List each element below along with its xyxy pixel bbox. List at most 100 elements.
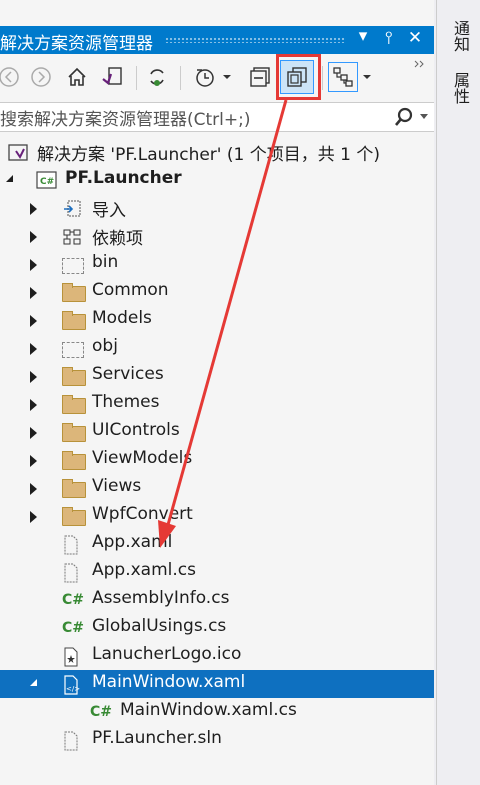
- tree-item[interactable]: Views: [0, 474, 434, 502]
- tree-item[interactable]: PF.Launcher.sln: [0, 726, 434, 754]
- tree-item[interactable]: 导入: [0, 194, 434, 222]
- tree-item[interactable]: App.xaml: [0, 530, 434, 558]
- tree-item-label: Models: [92, 308, 152, 328]
- folder-icon: [62, 507, 86, 526]
- xaml-window-icon: </>: [62, 675, 84, 695]
- tree-item[interactable]: bin: [0, 250, 434, 278]
- folder-icon: [62, 451, 86, 470]
- tree-item[interactable]: Services: [0, 362, 434, 390]
- expander-closed-icon[interactable]: [30, 259, 37, 271]
- hidden-folder-icon: [62, 342, 84, 358]
- toolbar-overflow-icon[interactable]: [410, 56, 430, 72]
- tree-item-label: ViewModels: [92, 448, 193, 468]
- sync-icon[interactable]: [142, 62, 172, 92]
- expander-closed-icon[interactable]: [30, 511, 37, 523]
- expander-closed-icon[interactable]: [30, 315, 37, 327]
- tree-item-label: 依赖项: [92, 229, 143, 249]
- window-title: 解决方案资源管理器: [0, 34, 153, 54]
- expander-closed-icon[interactable]: [30, 427, 37, 439]
- expander-closed-icon[interactable]: [30, 371, 37, 383]
- search-input[interactable]: 搜索解决方案资源管理器(Ctrl+;): [0, 105, 250, 130]
- project-node[interactable]: C# PF.Launcher: [0, 166, 434, 194]
- tree-item-label: UIControls: [92, 420, 180, 440]
- tree-item[interactable]: 依赖项: [0, 222, 434, 250]
- tab-notifications[interactable]: 通知: [448, 20, 472, 52]
- tree-item[interactable]: obj: [0, 334, 434, 362]
- tree-item[interactable]: LanucherLogo.ico: [0, 642, 434, 670]
- dependencies-icon: [62, 227, 84, 245]
- tree-item-label: Common: [92, 280, 169, 300]
- file-icon: [62, 563, 84, 583]
- folder-icon: [62, 367, 86, 386]
- switch-views-icon[interactable]: [98, 62, 128, 92]
- tree-item-label: bin: [92, 252, 119, 272]
- tree-item[interactable]: ViewModels: [0, 446, 434, 474]
- svg-text:</>: </>: [66, 685, 80, 693]
- ico-file-icon: [62, 647, 84, 667]
- tree-item[interactable]: </> MainWindow.xaml: [0, 670, 434, 698]
- expander-closed-icon[interactable]: [30, 455, 37, 467]
- properties-button[interactable]: [328, 62, 358, 92]
- pin-icon[interactable]: ⫯: [378, 28, 400, 48]
- title-bar: 解决方案资源管理器 ▾ ⫯ ✕: [0, 26, 434, 54]
- forward-icon[interactable]: [26, 62, 56, 92]
- search-icon[interactable]: [394, 107, 414, 131]
- tree-item[interactable]: C# MainWindow.xaml.cs: [0, 698, 434, 726]
- home-icon[interactable]: [62, 62, 92, 92]
- tree-item-label: WpfConvert: [92, 504, 193, 524]
- pending-changes-dropdown-icon[interactable]: [218, 62, 236, 92]
- tree-item[interactable]: Models: [0, 306, 434, 334]
- tree-item[interactable]: Common: [0, 278, 434, 306]
- tree-item-label: Themes: [92, 392, 160, 412]
- title-grip[interactable]: [165, 37, 346, 43]
- folder-icon: [62, 283, 86, 302]
- tree-item-label: App.xaml: [92, 532, 173, 552]
- expander-closed-icon[interactable]: [30, 399, 37, 411]
- pending-changes-icon[interactable]: [190, 62, 220, 92]
- csharp-project-icon: C#: [36, 171, 58, 189]
- solution-icon: [8, 143, 30, 161]
- project-label: PF.Launcher: [65, 168, 182, 188]
- search-bar[interactable]: 搜索解决方案资源管理器(Ctrl+;): [0, 102, 434, 132]
- csharp-icon: C#: [62, 620, 85, 636]
- solution-explorer-panel: 解决方案资源管理器 ▾ ⫯ ✕ 搜索解决方案资源管理器(Ctrl+;) 解决方案…: [0, 0, 434, 785]
- csharp-icon: C#: [62, 592, 85, 608]
- tree-item-label: LanucherLogo.ico: [92, 644, 242, 664]
- solution-node[interactable]: 解决方案 'PF.Launcher' (1 个项目，共 1 个): [0, 138, 434, 166]
- file-icon: [62, 731, 84, 751]
- collapse-all-icon[interactable]: [245, 62, 275, 92]
- csharp-icon: C#: [90, 704, 113, 720]
- close-icon[interactable]: ✕: [404, 28, 426, 48]
- tree-item-label: GlobalUsings.cs: [92, 616, 227, 636]
- tree-item-label: Views: [92, 476, 142, 496]
- tree-item[interactable]: Themes: [0, 390, 434, 418]
- tree-item-label: obj: [92, 336, 118, 356]
- expander-open-icon[interactable]: [6, 175, 13, 182]
- expander-closed-icon[interactable]: [30, 343, 37, 355]
- solution-label: 解决方案 'PF.Launcher' (1 个项目，共 1 个): [37, 145, 380, 165]
- expander-closed-icon[interactable]: [30, 483, 37, 495]
- tree-item-label: PF.Launcher.sln: [92, 728, 222, 748]
- back-icon[interactable]: [0, 62, 24, 92]
- tree-item-label: Services: [92, 364, 164, 384]
- expander-closed-icon[interactable]: [30, 287, 37, 299]
- toolbar: [0, 56, 434, 100]
- import-icon: [62, 199, 84, 217]
- tree-item-label: AssemblyInfo.cs: [92, 588, 230, 608]
- hidden-folder-icon: [62, 258, 84, 274]
- tree-item[interactable]: UIControls: [0, 418, 434, 446]
- tab-properties[interactable]: 属性: [448, 72, 472, 104]
- expander-open-icon[interactable]: [30, 679, 37, 686]
- tree-item-label: MainWindow.xaml: [92, 672, 246, 692]
- tree-item[interactable]: C# AssemblyInfo.cs: [0, 586, 434, 614]
- tree-item-label: App.xaml.cs: [92, 560, 196, 580]
- tree-item[interactable]: WpfConvert: [0, 502, 434, 530]
- window-menu-icon[interactable]: ▾: [352, 26, 374, 46]
- folder-icon: [62, 423, 86, 442]
- expander-closed-icon[interactable]: [30, 231, 37, 243]
- tree-item[interactable]: App.xaml.cs: [0, 558, 434, 586]
- properties-dropdown-icon[interactable]: [358, 62, 376, 92]
- tree-item[interactable]: C# GlobalUsings.cs: [0, 614, 434, 642]
- expander-closed-icon[interactable]: [30, 203, 37, 215]
- search-options-icon[interactable]: [420, 114, 428, 119]
